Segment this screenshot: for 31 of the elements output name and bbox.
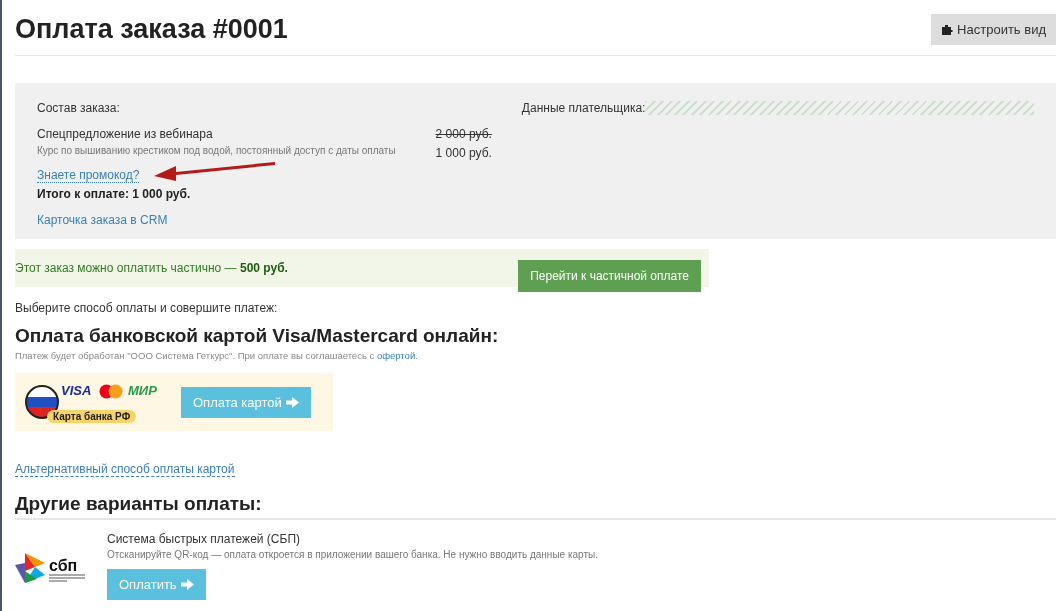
- item-name: Спецпредложение из вебинара: [37, 127, 214, 141]
- page-title: Оплата заказа #0001: [15, 14, 288, 45]
- offer-note: Платеж будет обработан "ООО Система Геткурс". При оплате вы соглашаетесь с офертой.: [15, 350, 419, 361]
- instruction-text: Выберите способ оплаты и совершите платеж:: [15, 301, 279, 315]
- old-price: 2 000 руб.: [435, 127, 492, 141]
- arrow-right-icon: [285, 396, 299, 408]
- item-description: Курс по вышиванию крестиком под водой, постоянный доступ с даты оплаты: [37, 145, 396, 156]
- payer-heading: Данные плательщика:: [521, 101, 646, 115]
- card-caption: Карта банка РФ: [47, 410, 137, 423]
- section-heading: Другие варианты оплаты:: [15, 493, 1056, 520]
- total-amount: Итого к оплате: 1 000 руб.: [37, 187, 192, 201]
- method-description: Отсканируйте QR-код — оплата откроется в приложении вашего банка. Не нужно вводить данные карты.: [107, 549, 598, 560]
- mastercard-icon: [99, 384, 123, 399]
- mir-logo: МИР: [128, 383, 157, 398]
- pay-button[interactable]: Оплатить: [107, 569, 206, 600]
- customize-view-button[interactable]: Настроить вид: [931, 14, 1056, 45]
- crm-order-link[interactable]: Карточка заказа в CRM: [37, 213, 168, 227]
- method-name: Система быстрых платежей (СБП): [107, 532, 301, 546]
- puzzle-icon: [941, 23, 954, 36]
- section-heading: Оплата банковской картой Visa/Mastercard онлайн:: [15, 325, 500, 347]
- logo-lines-icon: [49, 574, 85, 582]
- partial-payment-text: Этот заказ можно оплатить частично — 500 руб.: [15, 260, 288, 277]
- partial-payment-button[interactable]: Перейти к частичной оплате: [518, 260, 701, 292]
- promo-code-link[interactable]: Знаете промокод?: [37, 168, 140, 183]
- logo-text: сбп: [49, 558, 79, 574]
- arrow-right-icon: [180, 579, 194, 590]
- pay-by-card-button[interactable]: Оплата картой: [181, 386, 311, 418]
- order-heading: Состав заказа:: [37, 101, 121, 115]
- visa-logo: VISA: [61, 383, 92, 398]
- alternative-payment-link[interactable]: Альтернативный способ оплаты картой: [15, 462, 235, 477]
- price: 1 000 руб.: [435, 146, 492, 160]
